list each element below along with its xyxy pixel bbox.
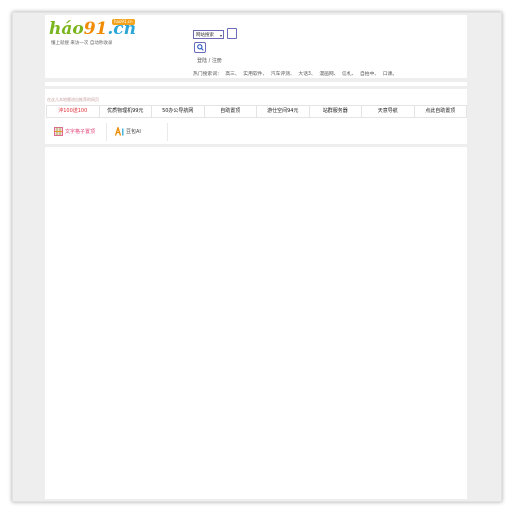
hot-word[interactable]: 高三、	[225, 72, 239, 77]
notice-text: 在这儿本地搬进自推荐的网页	[47, 97, 99, 102]
grid-icon	[54, 127, 63, 136]
hot-word[interactable]: 汽车评测、	[271, 72, 295, 77]
main-content-area	[45, 147, 467, 499]
register-link[interactable]: 注册	[212, 58, 222, 64]
logo-badge: hao91.cn	[112, 19, 135, 25]
app-shortcuts: 文字格子置顶 豆包AI	[46, 123, 168, 141]
featured-link[interactable]: 站群服务器	[308, 105, 362, 118]
search-input[interactable]	[227, 28, 237, 39]
app-shortcut-label: 豆包AI	[126, 129, 141, 135]
hot-word[interactable]: 漫画网、	[319, 72, 338, 77]
hot-word[interactable]: 信札、	[342, 72, 356, 77]
hot-search-label: 热门搜索词：	[193, 72, 222, 77]
hot-word[interactable]: 大话3、	[298, 72, 315, 77]
hot-search-words: 热门搜索词： 高三、 实用软件、 汽车评测、 大话3、 漫画网、 信札、 自拍中…	[193, 70, 399, 77]
chevron-down-icon: ▾	[219, 33, 222, 38]
hot-word[interactable]: 口课。	[383, 72, 397, 77]
site-logo[interactable]: háo91.cn hao91.cn 懂上就搜 来访一次 自动秒收录	[49, 19, 136, 47]
hot-word[interactable]: 实用软件、	[243, 72, 267, 77]
search-type-select[interactable]: 网站搜索 ▾	[193, 30, 224, 39]
featured-link[interactable]: 优质物理机99元	[98, 105, 152, 118]
logo-slogan: 懂上就搜 来访一次 自动秒收录	[51, 41, 113, 46]
auth-links: 登陆 / 注册	[197, 57, 222, 64]
featured-link[interactable]: 点此自助置顶	[413, 105, 467, 118]
search-button[interactable]	[194, 42, 206, 53]
featured-links-row: 沖100送100 优质物理机99元 50办公导航网 自助置顶 游仕空间94元 站…	[46, 105, 467, 118]
app-shortcut-label: 文字格子置顶	[65, 129, 96, 135]
featured-link[interactable]: 自助置顶	[203, 105, 257, 118]
header: háo91.cn hao91.cn 懂上就搜 来访一次 自动秒收录 网站搜索 ▾…	[45, 15, 467, 78]
app-shortcut[interactable]: 豆包AI	[107, 123, 168, 141]
logo-hao: háo	[49, 19, 84, 39]
search-type-value: 网站搜索	[196, 33, 214, 38]
featured-link[interactable]: 天意导航	[361, 105, 415, 118]
login-link[interactable]: 登陆	[197, 58, 207, 64]
ai-icon	[115, 127, 124, 136]
app-shortcut[interactable]: 文字格子置顶	[46, 123, 107, 141]
links-panel: 在这儿本地搬进自推荐的网页 沖100送100 优质物理机99元 50办公导航网 …	[45, 89, 467, 144]
hot-word[interactable]: 自拍中、	[360, 72, 379, 77]
featured-link[interactable]: 游仕空间94元	[256, 105, 310, 118]
featured-link[interactable]: 50办公导航网	[151, 105, 205, 118]
logo-num: 91	[83, 19, 108, 39]
featured-link[interactable]: 沖100送100	[46, 105, 100, 118]
search-icon	[197, 44, 204, 51]
divider-bar	[45, 82, 467, 86]
